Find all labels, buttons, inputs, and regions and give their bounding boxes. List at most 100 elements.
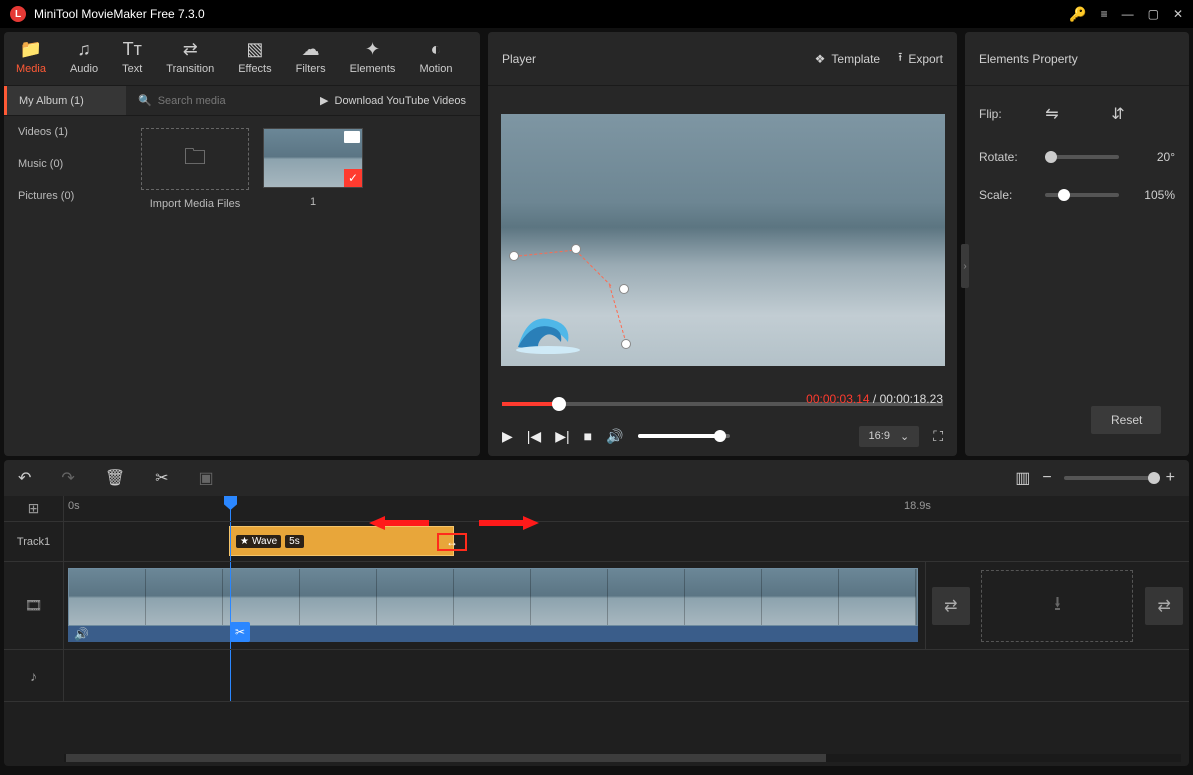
layers-icon: ❖	[815, 52, 826, 66]
split-marker-icon[interactable]: ✂	[230, 622, 250, 642]
chevron-down-icon: ⌄	[900, 430, 909, 443]
rotate-label: Rotate:	[979, 150, 1029, 164]
play-button[interactable]: ▶	[502, 428, 513, 445]
export-button[interactable]: ⭱Export	[898, 48, 943, 69]
player-panel: Player ❖Template ⭱Export	[488, 32, 957, 456]
side-pictures[interactable]: Pictures (0)	[4, 180, 129, 212]
flip-vertical-button[interactable]: ⇵	[1103, 102, 1133, 126]
export-icon: ⭱	[898, 48, 902, 69]
undo-button[interactable]: ↶	[18, 468, 31, 488]
tab-audio[interactable]: ♫Audio	[58, 32, 110, 85]
music-icon: ♫	[77, 39, 91, 59]
clip-audio-strip[interactable]: 🔊	[68, 626, 918, 642]
volume-slider[interactable]	[638, 434, 730, 438]
motion-keyframe[interactable]	[571, 244, 581, 254]
media-thumbnail[interactable]: ✓ 1	[263, 128, 363, 208]
scale-label: Scale:	[979, 188, 1029, 202]
video-clip[interactable]	[68, 568, 918, 626]
panel-collapse-handle[interactable]: ›	[961, 244, 969, 288]
sparkle-icon: ✦	[365, 39, 380, 59]
wave-sticker-icon[interactable]	[513, 302, 585, 354]
tab-elements[interactable]: ✦Elements	[338, 32, 408, 85]
activate-icon[interactable]: 🔑	[1069, 6, 1086, 23]
fit-zoom-button[interactable]: ▥	[1015, 468, 1030, 488]
fullscreen-button[interactable]: ⛶	[933, 428, 943, 445]
tab-filters[interactable]: ☁Filters	[284, 32, 338, 85]
app-logo: L	[10, 6, 26, 22]
add-track-button[interactable]: ⊞	[4, 496, 64, 521]
effects-icon: ▧	[246, 39, 263, 59]
split-button[interactable]: ✂	[155, 468, 168, 488]
side-music[interactable]: Music (0)	[4, 148, 129, 180]
timeline-toolbar: ↶ ↷ 🗑 ✂ ▣ ▥ − +	[4, 460, 1189, 496]
next-frame-button[interactable]: ▶|	[555, 428, 569, 445]
rotate-value: 20°	[1135, 150, 1175, 164]
audio-track-icon: ♪	[4, 650, 64, 701]
menu-icon[interactable]: ≡	[1101, 7, 1108, 21]
app-title: MiniTool MovieMaker Free 7.3.0	[34, 7, 205, 21]
aspect-ratio-select[interactable]: 16:9⌄	[859, 426, 920, 447]
drop-media-zone[interactable]: ⭳	[981, 570, 1133, 642]
motion-keyframe[interactable]	[509, 251, 519, 261]
minimize-icon[interactable]: —	[1122, 7, 1134, 21]
prev-frame-button[interactable]: |◀	[527, 428, 541, 445]
flip-label: Flip:	[979, 107, 1029, 121]
zoom-out-button[interactable]: −	[1042, 469, 1051, 487]
my-album-tab[interactable]: My Album (1)	[4, 86, 126, 115]
motion-keyframe[interactable]	[621, 339, 631, 349]
motion-keyframe[interactable]	[619, 284, 629, 294]
playhead-line	[230, 522, 231, 561]
transition-after-button[interactable]: ⇄	[1145, 587, 1183, 625]
timeline: ⊞ 0s 18.9s Track1 ★ Wave 5s ↔ 🎞 🔊	[4, 496, 1189, 766]
scale-slider[interactable]	[1045, 193, 1119, 197]
seek-thumb[interactable]	[552, 397, 566, 411]
tab-effects[interactable]: ▧Effects	[226, 32, 283, 85]
search-input[interactable]: 🔍Search media	[126, 86, 320, 115]
delete-button[interactable]: 🗑	[105, 468, 125, 488]
clip-name-badge: ★ Wave	[236, 535, 281, 548]
youtube-icon: ▶	[320, 94, 328, 107]
sticker-clip[interactable]: ★ Wave 5s ↔	[229, 526, 454, 556]
track-label: Track1	[17, 536, 50, 548]
import-media-button[interactable]: 🗀	[141, 128, 249, 190]
download-youtube-button[interactable]: ▶Download YouTube Videos	[320, 86, 480, 115]
rotate-slider[interactable]	[1045, 155, 1119, 159]
crop-button[interactable]: ▣	[199, 468, 214, 488]
tab-motion[interactable]: ◐Motion	[407, 32, 464, 85]
volume-icon[interactable]: 🔊	[606, 428, 623, 445]
playhead-line	[230, 650, 231, 701]
folder-open-icon: 🗀	[184, 140, 206, 178]
speaker-icon: 🔊	[74, 627, 89, 641]
template-button[interactable]: ❖Template	[815, 48, 880, 69]
motion-icon: ◐	[431, 39, 442, 59]
stop-button[interactable]: ■	[584, 428, 592, 444]
instruction-arrow-right	[479, 516, 539, 526]
tab-text[interactable]: TᴛText	[110, 32, 154, 85]
search-icon: 🔍	[138, 94, 152, 107]
clip-resize-handle[interactable]: ↔	[437, 533, 467, 551]
redo-button[interactable]: ↷	[61, 468, 74, 488]
time-ruler[interactable]: 0s 18.9s	[64, 496, 1189, 521]
time-display: 00:00:03.14 / 00:00:18.23	[806, 392, 943, 406]
reset-button[interactable]: Reset	[1091, 406, 1161, 434]
close-icon[interactable]: ✕	[1173, 7, 1183, 21]
playhead[interactable]	[230, 496, 231, 521]
filters-icon: ☁	[302, 39, 320, 59]
tab-media[interactable]: 📁Media	[4, 32, 58, 85]
flip-horizontal-button[interactable]: ⇋	[1037, 102, 1067, 126]
instruction-arrow-left	[369, 516, 429, 526]
side-videos[interactable]: Videos (1)	[4, 116, 129, 148]
maximize-icon[interactable]: ▢	[1148, 7, 1159, 21]
video-type-icon	[344, 131, 360, 143]
zoom-slider[interactable]	[1064, 476, 1154, 480]
thumb-label: 1	[263, 196, 363, 208]
transition-before-button[interactable]: ⇄	[932, 587, 970, 625]
video-track-icon: 🎞	[4, 562, 64, 649]
import-label: Import Media Files	[141, 198, 249, 210]
zoom-in-button[interactable]: +	[1166, 469, 1175, 487]
seek-progress	[502, 402, 559, 406]
preview-canvas[interactable]	[501, 114, 945, 366]
tab-transition[interactable]: ⇄Transition	[154, 32, 226, 85]
scale-value: 105%	[1135, 188, 1175, 202]
timeline-scrollbar[interactable]	[64, 754, 1181, 762]
